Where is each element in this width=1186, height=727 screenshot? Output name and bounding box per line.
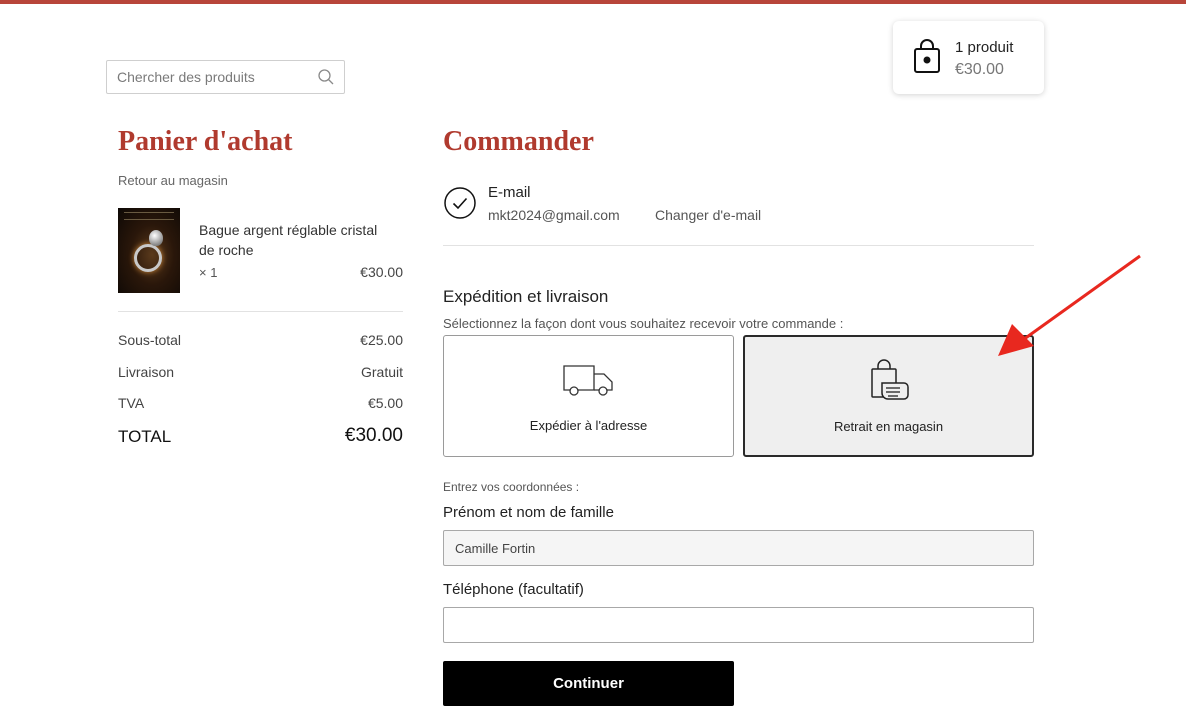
product-price: €30.00 (360, 264, 403, 280)
cart-widget[interactable]: 1 produit €30.00 (893, 21, 1044, 94)
tax-value: €5.00 (367, 395, 403, 411)
phone-field[interactable] (443, 607, 1034, 643)
total-label: TOTAL (118, 427, 172, 446)
search-input[interactable] (107, 61, 307, 93)
search-icon[interactable] (317, 68, 335, 86)
email-divider (443, 245, 1034, 246)
change-email-link[interactable]: Changer d'e-mail (655, 207, 761, 223)
ship-to-address-option[interactable]: Expédier à l'adresse (443, 335, 734, 457)
name-field-label: Prénom et nom de famille (443, 504, 614, 521)
tax-label: TVA (118, 395, 145, 411)
cart-item-count: 1 produit (955, 39, 1014, 56)
cart-divider (118, 311, 403, 312)
total-value: €30.00 (344, 425, 403, 446)
ship-to-address-label: Expédier à l'adresse (529, 418, 648, 433)
shipping-cost-value: Gratuit (360, 364, 403, 380)
product-name: Bague argent réglable cristal de roche (199, 222, 378, 258)
store-pickup-icon (870, 359, 909, 400)
shipping-cost-label: Livraison (118, 364, 175, 380)
phone-field-label: Téléphone (facultatif) (443, 581, 584, 598)
contact-subtitle: Entrez vos coordonnées : (443, 480, 580, 494)
search-box[interactable] (106, 60, 345, 94)
shipping-title: Expédition et livraison (443, 287, 609, 306)
back-to-store-link[interactable]: Retour au magasin (118, 173, 228, 188)
subtotal-label: Sous-total (118, 332, 182, 348)
name-field[interactable] (443, 530, 1034, 566)
product-quantity: × 1 (199, 265, 218, 280)
shopping-bag-icon (914, 39, 940, 73)
top-accent-bar (0, 0, 1186, 4)
cart-widget-total: €30.00 (955, 61, 1004, 78)
store-pickup-label: Retrait en magasin (833, 419, 944, 434)
checkout-title: Commander (443, 126, 594, 157)
check-circle-icon (444, 187, 476, 219)
email-value: mkt2024@gmail.com (488, 207, 620, 223)
cart-title: Panier d'achat (118, 126, 293, 157)
annotation-arrow-icon (998, 254, 1141, 356)
subtotal-value: €25.00 (360, 332, 403, 348)
email-label: E-mail (488, 184, 531, 201)
product-thumbnail (118, 208, 180, 293)
truck-icon (562, 365, 613, 396)
continue-button[interactable]: Continuer (443, 661, 734, 706)
shipping-subtitle: Sélectionnez la façon dont vous souhaite… (443, 316, 844, 331)
